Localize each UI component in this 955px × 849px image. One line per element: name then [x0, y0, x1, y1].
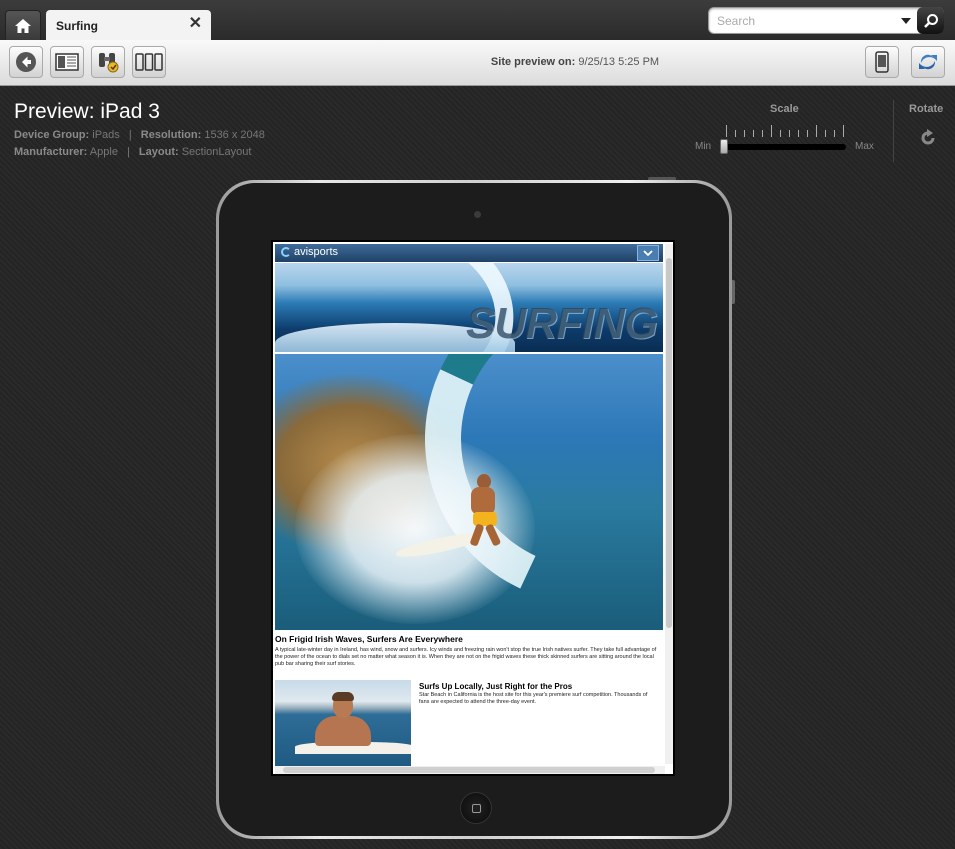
site-preview-date: 9/25/13 5:25 PM	[578, 56, 660, 68]
divider	[893, 100, 894, 162]
tab-bar: Surfing ✕	[0, 0, 955, 40]
manufacturer-value: Apple	[89, 146, 118, 158]
device-group-value: iPads	[92, 129, 120, 141]
camera-icon	[474, 211, 481, 218]
article-1-summary: A typical late-winter day in Ireland, ha…	[275, 647, 657, 667]
sync-button[interactable]	[911, 46, 945, 78]
home-button[interactable]	[5, 10, 41, 40]
rotate-icon	[921, 129, 935, 145]
ipad-home-button[interactable]	[460, 792, 492, 824]
horizontal-scrollbar[interactable]	[275, 766, 665, 774]
article-2-summary: Star Beach in California is the host sit…	[419, 692, 648, 705]
vertical-scrollbar[interactable]	[665, 244, 673, 764]
scale-label: Scale	[770, 103, 799, 115]
scale-ticks	[726, 123, 844, 137]
article-1-title[interactable]: On Frigid Irish Waves, Surfers Are Every…	[275, 634, 463, 644]
search-input[interactable]	[717, 13, 897, 29]
separator: |	[128, 129, 132, 141]
device-meta-row-1: Device Group: iPads | Resolution: 1536 x…	[14, 129, 265, 141]
device-button[interactable]	[865, 46, 899, 78]
featured-surf-photo[interactable]	[275, 354, 663, 630]
logo-text: avisports	[294, 246, 339, 258]
layout-label: Layout:	[138, 146, 179, 158]
search-icon	[923, 13, 938, 28]
device-meta-row-2: Manufacturer: Apple | Layout: SectionLay…	[14, 146, 251, 158]
search-dropdown-icon[interactable]	[901, 18, 911, 24]
close-tab-icon[interactable]: ✕	[189, 16, 202, 32]
article-2-title[interactable]: Surfs Up Locally, Just Right for the Pro…	[419, 682, 572, 691]
rotate-button[interactable]	[918, 128, 938, 153]
chevron-down-icon	[643, 249, 653, 256]
device-group-label: Device Group:	[14, 129, 90, 141]
search-button[interactable]	[917, 7, 944, 34]
site-logo[interactable]: avisports	[281, 246, 338, 258]
home-icon	[15, 18, 31, 33]
search-box	[708, 7, 944, 34]
resolution-label: Resolution:	[140, 129, 202, 141]
surfer-figure	[461, 474, 507, 547]
separator: |	[127, 146, 130, 158]
tab-title: Surfing	[56, 19, 98, 33]
scale-slider-handle[interactable]	[720, 139, 728, 154]
mobile-device-icon	[875, 51, 889, 73]
site-preview-label: Site preview on:	[490, 56, 576, 68]
toolbar: Site preview on: 9/25/13 5:25 PM	[0, 40, 955, 86]
scale-min-label: Min	[695, 141, 712, 152]
site-header: avisports	[275, 244, 663, 262]
site-menu-button[interactable]	[637, 245, 659, 261]
scale-max-label: Max	[855, 141, 874, 152]
logo-icon	[281, 247, 291, 257]
resolution-value: 1536 x 2048	[204, 129, 265, 141]
layout-value: SectionLayout	[181, 146, 252, 158]
rotate-label: Rotate	[909, 103, 944, 115]
tab-surfing[interactable]: Surfing ✕	[46, 10, 211, 40]
banner-title: SURFING	[466, 299, 658, 348]
section-banner: SURFING	[275, 263, 663, 352]
scale-slider-track[interactable]	[724, 144, 846, 150]
ipad-screen: avisports SURFING On Frigid Irish Waves,…	[271, 240, 675, 776]
manufacturer-label: Manufacturer:	[14, 146, 88, 158]
article-2-thumbnail[interactable]	[275, 680, 411, 766]
sync-icon	[919, 54, 937, 70]
site-preview-info: Site preview on: 9/25/13 5:25 PM	[0, 56, 955, 68]
preview-title: Preview: iPad 3	[14, 100, 160, 123]
